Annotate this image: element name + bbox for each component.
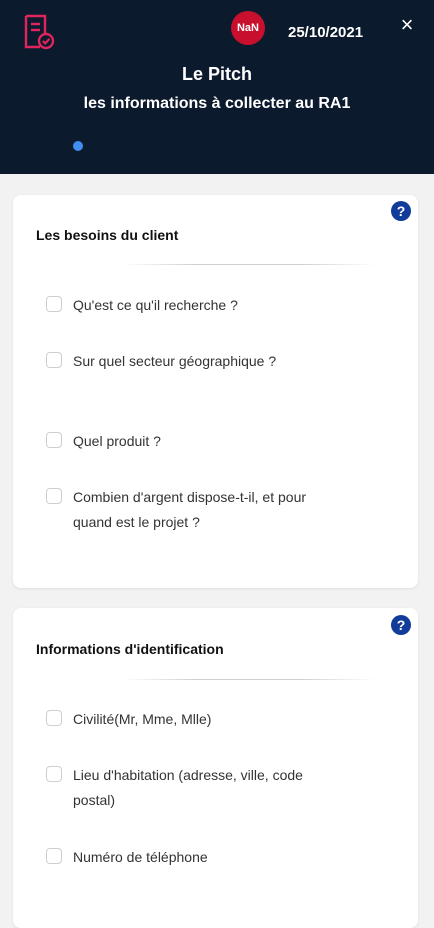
checkbox[interactable] — [46, 766, 62, 782]
page-subtitle: les informations à collecter au RA1 — [83, 95, 351, 112]
divider — [121, 679, 376, 680]
avatar[interactable]: NaN — [231, 11, 265, 45]
checkbox[interactable] — [46, 488, 62, 504]
checklist-item-label: Sur quel secteur géographique ? — [73, 353, 277, 369]
checklist-item-label: Quel produit ? — [73, 433, 161, 449]
section-card-identification: ? Informations d'identification Civilité… — [13, 608, 418, 928]
checklist-item-label: Numéro de téléphone — [73, 849, 208, 865]
checklist-item-label: Combien d'argent dispose-t-il, et pour q… — [73, 489, 307, 530]
checkbox[interactable] — [46, 352, 62, 368]
app-header: NaN 25/10/2021 × Le Pitch les informatio… — [0, 0, 434, 174]
help-icon[interactable]: ? — [391, 201, 411, 221]
close-icon[interactable]: × — [397, 14, 417, 36]
help-icon[interactable]: ? — [391, 615, 411, 635]
checkbox[interactable] — [46, 848, 62, 864]
document-check-icon[interactable] — [23, 14, 55, 50]
section-title: Les besoins du client — [36, 227, 179, 243]
checkbox[interactable] — [46, 432, 62, 448]
checklist-item-label: Lieu d'habitation (adresse, ville, code … — [73, 767, 303, 808]
page-title: Le Pitch — [181, 64, 252, 84]
section-card-besoins: ? Les besoins du client Qu'est ce qu'il … — [13, 195, 418, 588]
divider — [121, 264, 376, 265]
checkbox[interactable] — [46, 710, 62, 726]
checklist-item-label: Civilité(Mr, Mme, Mlle) — [73, 711, 212, 727]
checklist-item-label: Qu'est ce qu'il recherche ? — [73, 297, 238, 313]
section-title: Informations d'identification — [36, 641, 224, 657]
date-label: 25/10/2021 — [288, 24, 364, 41]
pagination-dot[interactable] — [73, 141, 83, 151]
checkbox[interactable] — [46, 296, 62, 312]
